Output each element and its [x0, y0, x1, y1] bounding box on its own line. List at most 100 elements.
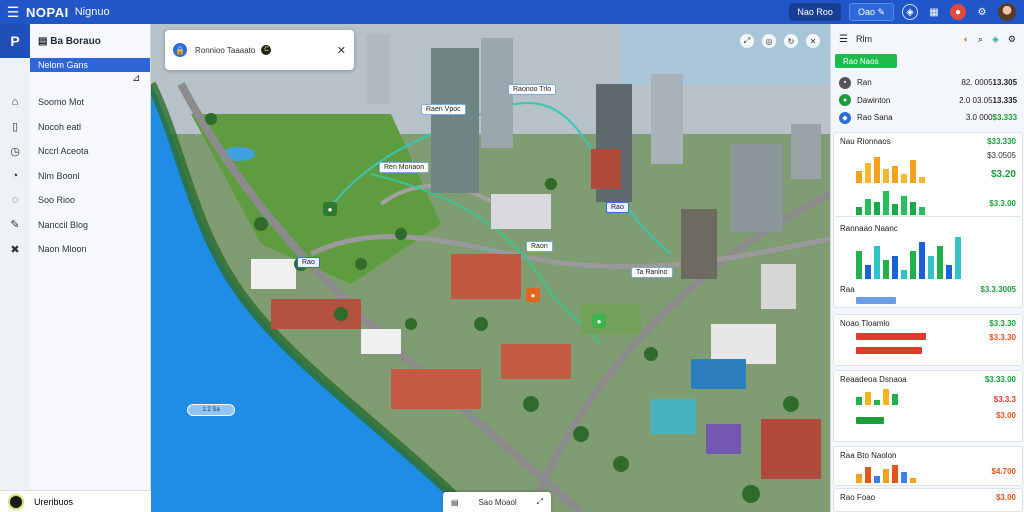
metric-card[interactable]: Reaadeoa Dsnaoa $3.33.00 $3.3.3 $3.00 [833, 370, 1023, 442]
settings-icon[interactable]: ⚙ [1008, 34, 1016, 45]
panel-title: Rlm [855, 34, 872, 44]
sidebar-title: ▤ Ba Borauo [38, 35, 101, 47]
hamburger-menu-icon[interactable]: ☰ [0, 4, 26, 21]
stat-value: 3.0 000 [965, 113, 993, 123]
panel-tab-active[interactable]: Rao Naos [835, 54, 897, 68]
chart-bar [901, 174, 907, 183]
chart-bar [883, 191, 889, 215]
chart-bar [892, 166, 898, 183]
app-window: ☰ NOPAI Nignuo Nao Roo Oao ✎ ◈ ▦ ● ⚙ P ▤… [0, 0, 1024, 512]
map-label[interactable]: Rao [297, 257, 320, 268]
stat-row[interactable]: ▪ Ran 82. 0005 13.305 [831, 74, 1024, 92]
footer-avatar [8, 493, 24, 510]
app-brand: NOPAI [26, 4, 69, 20]
sidebar-item-4[interactable]: ◌ Soo Rioo [0, 188, 151, 213]
refresh-icon[interactable]: ↻ [784, 34, 798, 48]
stat-label: Rao Sana [856, 113, 893, 123]
sidebar-item-5[interactable]: ✎ Nanccil Blog [0, 213, 151, 238]
card-sub: Raa [840, 285, 855, 294]
right-panel: ☰ Rlm ◐ ⌕ ◈ ⚙ Rao Naos ▪ Ran 82. 0005 13… [830, 24, 1024, 512]
top-primary-button[interactable]: Nao Roo [789, 3, 841, 21]
progress-bar [856, 333, 926, 340]
map-label[interactable]: Raen Vpoc [421, 104, 466, 115]
grid-apps-icon[interactable]: ▦ [926, 4, 942, 20]
card-sub: $3.00 [995, 411, 1016, 420]
chart-bar [919, 207, 925, 215]
sidebar-item-label: Nlm Boonl [38, 170, 80, 181]
map-view[interactable]: 🔒 Ronnioo Taaaato C ✕ ⤢ ◎ ↻ ✕ Raen Vpoc … [151, 24, 830, 512]
map-pin-icon[interactable]: ● [592, 314, 606, 328]
info-card-badge: C [261, 45, 272, 55]
sidebar-logo-icon[interactable]: P [0, 24, 30, 58]
map-label[interactable]: Ren Monaon [379, 162, 430, 173]
chart-bar [874, 246, 880, 279]
sidebar-title-text: Ba Borauo [50, 35, 101, 47]
card-sub: $3.3.30 [989, 333, 1016, 342]
chart-bar [892, 465, 898, 483]
metric-card[interactable]: Rao Foao $3.00 [833, 488, 1023, 512]
chart-bar [937, 246, 943, 279]
close-icon[interactable]: ✕ [337, 44, 346, 57]
sidebar-item-2[interactable]: ◷ Nccrl Aceota [0, 139, 151, 164]
search-icon[interactable]: ⌕ [978, 34, 983, 45]
top-secondary-button[interactable]: Oao ✎ [848, 3, 894, 21]
chart-bar [901, 472, 907, 483]
expand-icon[interactable]: ⤢ [537, 497, 543, 507]
sidebar-item-6[interactable]: ✖ Naon Mloon [0, 237, 151, 262]
chart-bar [865, 265, 871, 279]
chart-bar [856, 171, 862, 183]
sidebar-item-active[interactable]: Nelom Gans [30, 58, 150, 72]
chart-bar [874, 202, 880, 215]
chart-bar [910, 251, 916, 279]
sidebar-item-1[interactable]: ▯ Nocoh eatl [0, 115, 151, 140]
sidebar-footer[interactable]: Ureribuos [0, 490, 151, 512]
metric-card[interactable]: Rannaao Naanc Raa $3.3.3005 [833, 216, 1023, 308]
stat-total: 13.305 [992, 78, 1018, 88]
sidebar-item-3[interactable]: ◔ Nlm Boonl [0, 164, 151, 189]
info-card-title: Ronnioo Taaaato [195, 45, 256, 55]
settings-gear-icon[interactable]: ⚙ [974, 4, 990, 20]
card-value: $4.700 [991, 467, 1016, 476]
card-value: $3.33.00 [984, 375, 1016, 384]
map-pin-icon[interactable]: ● [323, 202, 337, 216]
shield-icon[interactable]: ◈ [992, 34, 999, 45]
map-label[interactable]: Rao [606, 202, 629, 213]
clock-icon: ◷ [10, 145, 20, 158]
locate-icon[interactable]: ◎ [762, 34, 776, 48]
palette-icon[interactable]: ◐ [964, 34, 969, 45]
stat-row[interactable]: ● Dawinton 2.0 03.05 13.335 [831, 92, 1024, 110]
footer-label: Ureribuos [34, 496, 74, 507]
location-info-card[interactable]: 🔒 Ronnioo Taaaato C ✕ [165, 30, 354, 70]
metric-card[interactable]: Noao Tloamlo $3.3.30 $3.3.30 [833, 314, 1023, 366]
sidebar-item-0[interactable]: ⌂ Soomo Mot [0, 90, 151, 115]
stat-icon: ● [839, 94, 851, 107]
chat-icon: ◌ [11, 194, 19, 207]
layers-icon[interactable]: ▤ [451, 498, 459, 507]
card-title: Noao Tloamlo [840, 319, 890, 328]
close-map-icon[interactable]: ✕ [806, 34, 820, 48]
document-icon: ▯ [11, 121, 19, 134]
sidebar-item-label: Soo Rioo [38, 195, 76, 206]
edit-icon[interactable]: ⊿ [132, 73, 140, 84]
scale-indicator[interactable]: 1:2 Sa [187, 404, 235, 416]
user-avatar[interactable] [998, 3, 1016, 21]
map-label[interactable]: Raonoo Trlo [508, 84, 557, 95]
stat-row[interactable]: ◆ Rao Sana 3.0 000 $3.333 [831, 109, 1024, 127]
metric-card[interactable]: Raa Bto Naolon $4.700 [833, 446, 1023, 486]
map-pin-icon[interactable]: ● [526, 288, 540, 302]
chart-bar [883, 169, 889, 183]
fullscreen-icon[interactable]: ⤢ [740, 34, 754, 48]
left-sidebar: P ▤ Ba Borauo Nelom Gans ⊿ ⌂ Soomo Mot ▯ N… [0, 24, 151, 512]
panel-menu-icon[interactable]: ☰ [839, 34, 848, 45]
shield-icon[interactable]: ◈ [902, 4, 918, 20]
chart-bar [856, 207, 862, 215]
sidebar-item-label: Soomo Mot [38, 97, 85, 108]
map-label[interactable]: Raon [526, 241, 553, 252]
map-label[interactable]: Ta Ranlno [631, 267, 673, 278]
chart-bar [892, 256, 898, 279]
chart-bar [901, 196, 907, 215]
chart-bar [910, 478, 916, 483]
map-bottom-bar[interactable]: ▤ Sao Moaol ⤢ [443, 492, 551, 512]
chart-bar [856, 397, 862, 405]
notification-icon[interactable]: ● [950, 4, 966, 20]
